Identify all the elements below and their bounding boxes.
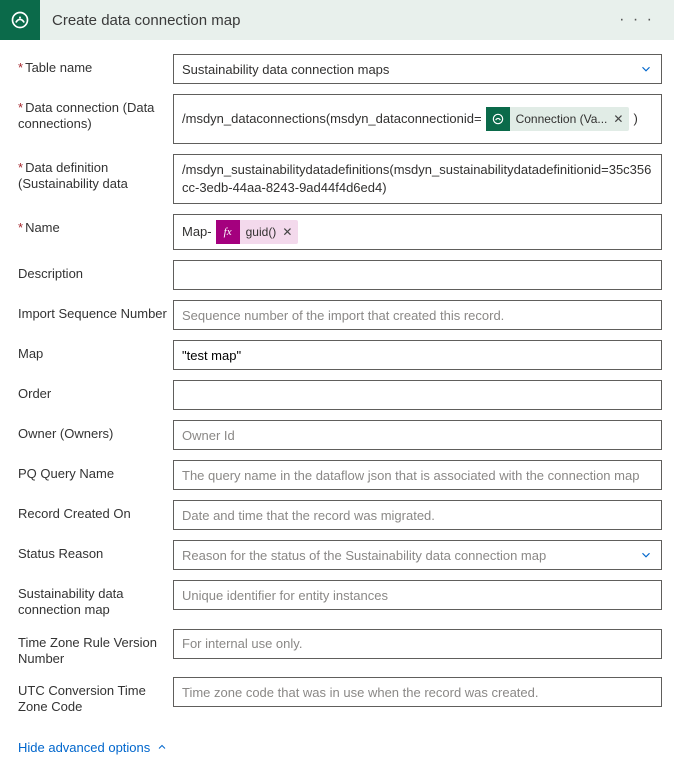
name-text-before: Map- <box>182 223 212 241</box>
utc-code-wrap <box>173 677 662 707</box>
label-utc-code: UTC Conversion Time Zone Code <box>18 677 173 716</box>
chevron-up-icon <box>156 741 168 753</box>
label-owner: Owner (Owners) <box>18 420 173 442</box>
row-import-sequence: Import Sequence Number <box>18 300 662 330</box>
pq-query-input[interactable] <box>182 468 653 483</box>
form-body: Table name Sustainability data connectio… <box>0 40 674 763</box>
label-description: Description <box>18 260 173 282</box>
map-input[interactable] <box>182 348 653 363</box>
label-tz-rule: Time Zone Rule Version Number <box>18 629 173 668</box>
label-table-name: Table name <box>18 54 173 76</box>
label-pq-query: PQ Query Name <box>18 460 173 482</box>
connection-token-label: Connection (Va... <box>516 112 608 126</box>
label-import-sequence: Import Sequence Number <box>18 300 173 322</box>
owner-input[interactable] <box>182 428 653 443</box>
more-options-button[interactable]: · · · <box>611 7 662 33</box>
tz-rule-wrap <box>173 629 662 659</box>
pq-query-wrap <box>173 460 662 490</box>
description-input-wrap <box>173 260 662 290</box>
data-connection-text-after: ) <box>633 110 637 128</box>
row-table-name: Table name Sustainability data connectio… <box>18 54 662 84</box>
row-utc-code: UTC Conversion Time Zone Code <box>18 677 662 716</box>
data-connection-input[interactable]: /msdyn_dataconnections(msdyn_dataconnect… <box>173 94 662 144</box>
row-map: Map <box>18 340 662 370</box>
utc-code-input[interactable] <box>182 685 653 700</box>
row-data-connection: Data connection (Data connections) /msdy… <box>18 94 662 144</box>
row-description: Description <box>18 260 662 290</box>
table-name-value: Sustainability data connection maps <box>182 62 389 77</box>
connection-map-icon <box>0 0 40 40</box>
fx-icon: fx <box>216 220 240 244</box>
remove-connection-token[interactable]: ✕ <box>613 112 623 126</box>
label-map: Map <box>18 340 173 362</box>
row-data-definition: Data definition (Sustainability data /ms… <box>18 154 662 204</box>
order-input-wrap <box>173 380 662 410</box>
dialog-header: Create data connection map · · · <box>0 0 674 40</box>
guid-token[interactable]: fx guid() ✕ <box>216 220 299 244</box>
record-created-wrap <box>173 500 662 530</box>
chevron-down-icon <box>639 62 653 76</box>
import-sequence-input[interactable] <box>182 308 653 323</box>
dialog-title: Create data connection map <box>52 12 611 29</box>
description-input[interactable] <box>182 268 653 283</box>
connection-icon <box>486 107 510 131</box>
row-name: Name Map- fx guid() ✕ <box>18 214 662 250</box>
table-name-select[interactable]: Sustainability data connection maps <box>173 54 662 84</box>
connection-token[interactable]: Connection (Va... ✕ <box>486 107 630 131</box>
name-input[interactable]: Map- fx guid() ✕ <box>173 214 662 250</box>
label-status-reason: Status Reason <box>18 540 173 562</box>
order-input[interactable] <box>182 388 653 403</box>
data-connection-text-before: /msdyn_dataconnections(msdyn_dataconnect… <box>182 110 482 128</box>
label-data-connection: Data connection (Data connections) <box>18 94 173 133</box>
label-record-created: Record Created On <box>18 500 173 522</box>
guid-token-label: guid() <box>246 225 277 239</box>
sustainability-map-input[interactable] <box>182 588 653 603</box>
status-reason-input[interactable] <box>182 548 639 563</box>
label-name: Name <box>18 214 173 236</box>
row-owner: Owner (Owners) <box>18 420 662 450</box>
hide-advanced-label: Hide advanced options <box>18 740 150 755</box>
tz-rule-input[interactable] <box>182 636 653 651</box>
record-created-input[interactable] <box>182 508 653 523</box>
sustainability-map-wrap <box>173 580 662 610</box>
label-sustainability-map: Sustainability data connection map <box>18 580 173 619</box>
hide-advanced-options-link[interactable]: Hide advanced options <box>18 740 168 755</box>
row-record-created: Record Created On <box>18 500 662 530</box>
label-data-definition: Data definition (Sustainability data <box>18 154 173 193</box>
row-status-reason: Status Reason <box>18 540 662 570</box>
row-order: Order <box>18 380 662 410</box>
chevron-down-icon <box>639 548 653 562</box>
map-input-wrap <box>173 340 662 370</box>
data-definition-input[interactable]: /msdyn_sustainabilitydatadefinitions(msd… <box>173 154 662 204</box>
status-reason-select[interactable] <box>173 540 662 570</box>
row-tz-rule: Time Zone Rule Version Number <box>18 629 662 668</box>
label-order: Order <box>18 380 173 402</box>
import-sequence-wrap <box>173 300 662 330</box>
owner-input-wrap <box>173 420 662 450</box>
row-pq-query: PQ Query Name <box>18 460 662 490</box>
row-sustainability-map: Sustainability data connection map <box>18 580 662 619</box>
data-definition-value: /msdyn_sustainabilitydatadefinitions(msd… <box>182 161 653 197</box>
remove-guid-token[interactable]: ✕ <box>282 225 292 239</box>
